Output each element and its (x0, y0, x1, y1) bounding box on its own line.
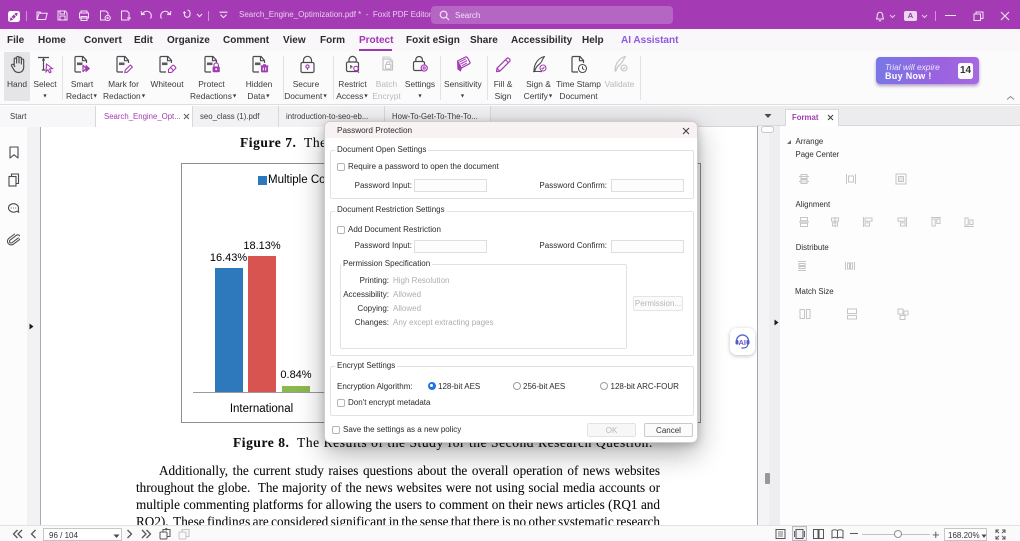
svg-text:AI: AI (739, 338, 747, 347)
